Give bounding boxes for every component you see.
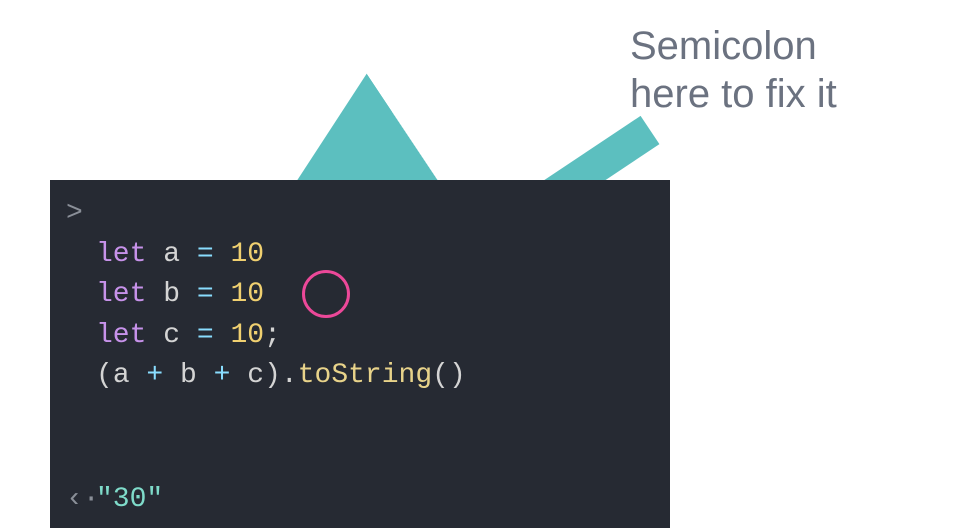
code-line-4: (a + b + c).toString() bbox=[96, 360, 466, 391]
identifier: b bbox=[163, 279, 180, 310]
input-chevron-icon: > bbox=[66, 194, 96, 235]
annotation-text: Semicolon here to fix it bbox=[630, 22, 837, 118]
dot: . bbox=[281, 360, 298, 391]
code-line-3: let c = 10; bbox=[96, 320, 281, 351]
paren-open: ( bbox=[96, 360, 113, 391]
identifier: b bbox=[180, 360, 197, 391]
string-literal: "30" bbox=[96, 484, 163, 515]
highlight-circle bbox=[302, 270, 350, 318]
operator-equals: = bbox=[197, 320, 214, 351]
code-line-2: let b = 10 bbox=[96, 279, 264, 310]
number-literal: 10 bbox=[230, 239, 264, 270]
output-chevron-icon: ‹· bbox=[66, 480, 96, 521]
keyword-let: let bbox=[96, 279, 146, 310]
annotation-line-2: here to fix it bbox=[630, 72, 837, 116]
number-literal: 10 bbox=[230, 320, 264, 351]
operator-plus: + bbox=[130, 360, 180, 391]
devtools-console: > let a = 10 let b = 10 let c = 10; (a +… bbox=[50, 180, 670, 528]
identifier: a bbox=[113, 360, 130, 391]
operator-equals: = bbox=[197, 239, 214, 270]
paren-close: ) bbox=[264, 360, 281, 391]
operator-plus: + bbox=[197, 360, 247, 391]
call-parens: () bbox=[432, 360, 466, 391]
identifier: c bbox=[247, 360, 264, 391]
identifier: c bbox=[163, 320, 180, 351]
number-literal: 10 bbox=[230, 279, 264, 310]
operator-equals: = bbox=[197, 279, 214, 310]
keyword-let: let bbox=[96, 320, 146, 351]
code-line-1: let a = 10 bbox=[96, 239, 264, 270]
code-input: let a = 10 let b = 10 let c = 10; (a + b… bbox=[96, 194, 654, 478]
code-output: "30" bbox=[96, 480, 654, 521]
annotation-line-1: Semicolon bbox=[630, 24, 817, 68]
console-input-row: > let a = 10 let b = 10 let c = 10; (a +… bbox=[50, 194, 670, 480]
console-output-row: ‹· "30" bbox=[50, 480, 670, 523]
figure-canvas: Semicolon here to fix it > let a = 10 le… bbox=[0, 0, 980, 528]
method-name: toString bbox=[298, 360, 432, 391]
semicolon: ; bbox=[264, 320, 281, 351]
identifier: a bbox=[163, 239, 180, 270]
keyword-let: let bbox=[96, 239, 146, 270]
